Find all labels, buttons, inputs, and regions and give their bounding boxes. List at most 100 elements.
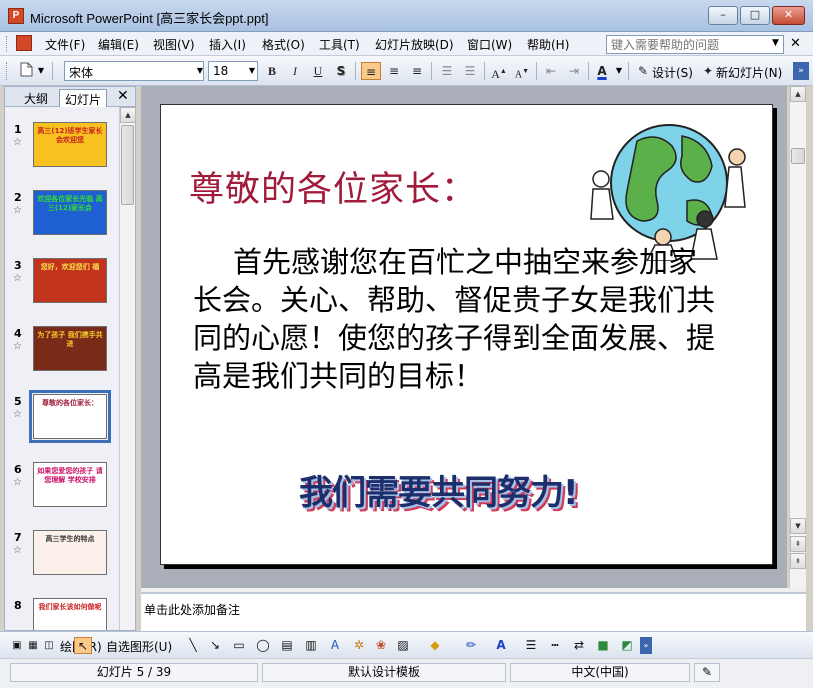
spellcheck-icon[interactable]: ✎	[694, 663, 720, 682]
document-close-icon[interactable]: ✕	[790, 36, 801, 51]
thumbnails-scrollbar[interactable]: ▲	[119, 107, 136, 630]
notes-pane[interactable]: 单击此处添加备注	[141, 592, 806, 631]
menu-edit[interactable]: 编辑(E)	[98, 36, 139, 53]
title-bar: P Microsoft PowerPoint [高三家长会ppt.ppt] – …	[0, 0, 813, 32]
font-color-icon[interactable]: A	[592, 62, 612, 80]
new-slide-button[interactable]: 新幻灯片(N)	[716, 64, 782, 81]
menu-view[interactable]: 视图(V)	[153, 36, 195, 53]
italic-button[interactable]: I	[285, 62, 305, 80]
tab-outline[interactable]: 大纲	[19, 89, 53, 107]
clipart-icon[interactable]: ❀	[372, 637, 390, 654]
shadow-style-icon[interactable]: ■	[594, 637, 612, 654]
slideshow-view-icon[interactable]: ◫	[40, 637, 58, 654]
drawbar-options-icon[interactable]: »	[640, 637, 652, 654]
decrease-font-icon[interactable]: A▼	[512, 62, 532, 80]
line-color-icon[interactable]: ✏	[462, 637, 480, 654]
new-slide-icon[interactable]: ✦	[698, 62, 718, 80]
menu-grip[interactable]	[6, 36, 9, 52]
menu-tools[interactable]: 工具(T)	[319, 36, 360, 53]
increase-font-icon[interactable]: A▲	[489, 62, 509, 81]
bullet-list-icon[interactable]: ☰	[460, 62, 480, 80]
scroll-thumb[interactable]	[121, 125, 134, 205]
slide-thumbnail-6[interactable]: 如果您爱您的孩子 请您理解 学校安排	[33, 462, 107, 507]
font-name-dropdown-icon[interactable]: ▼	[193, 62, 207, 80]
document-icon[interactable]	[16, 35, 32, 51]
select-pointer-icon[interactable]: ↖	[74, 637, 92, 654]
previous-slide-icon[interactable]: ⇞	[790, 536, 806, 552]
slide-thumbnail-1[interactable]: 高三(12)班学生家长会欢迎您	[33, 122, 107, 167]
oval-tool-icon[interactable]: ◯	[254, 637, 272, 654]
slide-thumbnail-7[interactable]: 高三学生的特点	[33, 530, 107, 575]
menu-insert[interactable]: 插入(I)	[209, 36, 246, 53]
scroll-down-icon[interactable]: ▼	[790, 518, 806, 534]
thumb-number: 5	[14, 395, 22, 408]
line-style-icon[interactable]: ☰	[522, 637, 540, 654]
dash-style-icon[interactable]: ┅	[546, 637, 564, 654]
thumb-number: 7	[14, 531, 22, 544]
textbox-tool-icon[interactable]: ▤	[278, 637, 296, 654]
notes-placeholder[interactable]: 单击此处添加备注	[144, 601, 240, 618]
font-name-select[interactable]: 宋体	[64, 61, 204, 81]
next-slide-icon[interactable]: ⇟	[790, 553, 806, 569]
minimize-button[interactable]: –	[708, 6, 738, 25]
toolbar-options-icon[interactable]: »	[793, 62, 809, 80]
underline-button[interactable]: U	[308, 62, 328, 80]
numbered-list-icon[interactable]: ☰	[437, 62, 457, 80]
menu-help[interactable]: 帮助(H)	[527, 36, 569, 53]
vertical-textbox-icon[interactable]: ▥	[302, 637, 320, 654]
menu-file[interactable]: 文件(F)	[45, 36, 85, 53]
slide-thumbnail-4[interactable]: 为了孩子 我们携手共进	[33, 326, 107, 371]
arrow-tool-icon[interactable]: ↘	[206, 637, 224, 654]
current-slide[interactable]: 尊敬的各位家长： 首先感谢您在百忙之中抽空来参加家长会。关心、帮助、督促贵子女是…	[160, 104, 773, 565]
font-color-draw-icon[interactable]: A	[492, 637, 510, 654]
arrow-style-icon[interactable]: ⇄	[570, 637, 588, 654]
align-left-icon[interactable]: ≡	[361, 62, 381, 80]
panel-close-icon[interactable]: ✕	[117, 88, 129, 104]
slide-thumbnail-3[interactable]: 您好，欢迎您们 福	[33, 258, 107, 303]
new-dropdown-icon[interactable]: ▼	[34, 62, 48, 80]
help-dropdown-icon[interactable]: ▼	[772, 38, 779, 48]
menu-window[interactable]: 窗口(W)	[467, 36, 512, 53]
3d-style-icon[interactable]: ◩	[618, 637, 636, 654]
new-document-icon[interactable]	[16, 62, 36, 80]
wordart-icon[interactable]: A	[326, 637, 344, 654]
font-size-dropdown-icon[interactable]: ▼	[245, 62, 259, 80]
help-search-input[interactable]	[606, 35, 784, 54]
scroll-thumb[interactable]	[791, 148, 805, 164]
rectangle-tool-icon[interactable]: ▭	[230, 637, 248, 654]
increase-indent-icon[interactable]: ⇥	[564, 62, 584, 80]
font-color-dropdown-icon[interactable]: ▼	[612, 62, 626, 80]
insert-picture-icon[interactable]: ▨	[394, 637, 412, 654]
slide-thumbnail-5[interactable]: 尊敬的各位家长：	[29, 390, 111, 443]
menu-format[interactable]: 格式(O)	[262, 36, 305, 53]
design-icon[interactable]: ✎	[633, 62, 653, 80]
line-tool-icon[interactable]: ╲	[184, 637, 202, 654]
close-button[interactable]: ✕	[772, 6, 805, 25]
bold-button[interactable]: B	[262, 62, 282, 80]
align-right-icon[interactable]: ≡	[407, 62, 427, 80]
thumb-number: 2	[14, 191, 22, 204]
scroll-up-icon[interactable]: ▲	[120, 107, 136, 123]
shadow-button[interactable]: S	[331, 62, 351, 80]
design-template-name[interactable]: 默认设计模板	[262, 663, 506, 682]
diagram-icon[interactable]: ✲	[350, 637, 368, 654]
slide-slogan-wordart[interactable]: 我们需要共同努力!	[299, 465, 599, 514]
scroll-up-icon[interactable]: ▲	[790, 86, 806, 102]
maximize-button[interactable]: □	[740, 6, 770, 25]
design-button[interactable]: 设计(S)	[652, 64, 693, 81]
tab-slides[interactable]: 幻灯片	[59, 89, 108, 107]
globe-children-clipart[interactable]	[587, 111, 747, 261]
slide-thumbnail-8[interactable]: 我们家长该如何做呢	[33, 598, 107, 630]
menu-slideshow[interactable]: 幻灯片放映(D)	[375, 36, 454, 53]
thumb-text: 如果您爱您的孩子 请您理解 学校安排	[37, 467, 103, 484]
powerpoint-app-icon[interactable]: P	[8, 8, 24, 24]
slide-thumbnail-2[interactable]: 欢迎各位家长光临 高三(12)家长会	[33, 190, 107, 235]
align-center-icon[interactable]: ≡	[384, 62, 404, 80]
slide-scrollbar[interactable]: ▲ ▼ ⇞ ⇟	[789, 86, 806, 588]
slide-heading[interactable]: 尊敬的各位家长：	[189, 161, 477, 212]
toolbar-grip[interactable]	[6, 62, 9, 80]
fill-color-icon[interactable]: ◆	[426, 637, 444, 654]
autoshapes-button[interactable]: 自选图形(U)	[106, 638, 172, 655]
slide-body-text[interactable]: 首先感谢您在百忙之中抽空来参加家长会。关心、帮助、督促贵子女是我们共同的心愿！使…	[193, 243, 725, 395]
decrease-indent-icon[interactable]: ⇤	[541, 62, 561, 80]
